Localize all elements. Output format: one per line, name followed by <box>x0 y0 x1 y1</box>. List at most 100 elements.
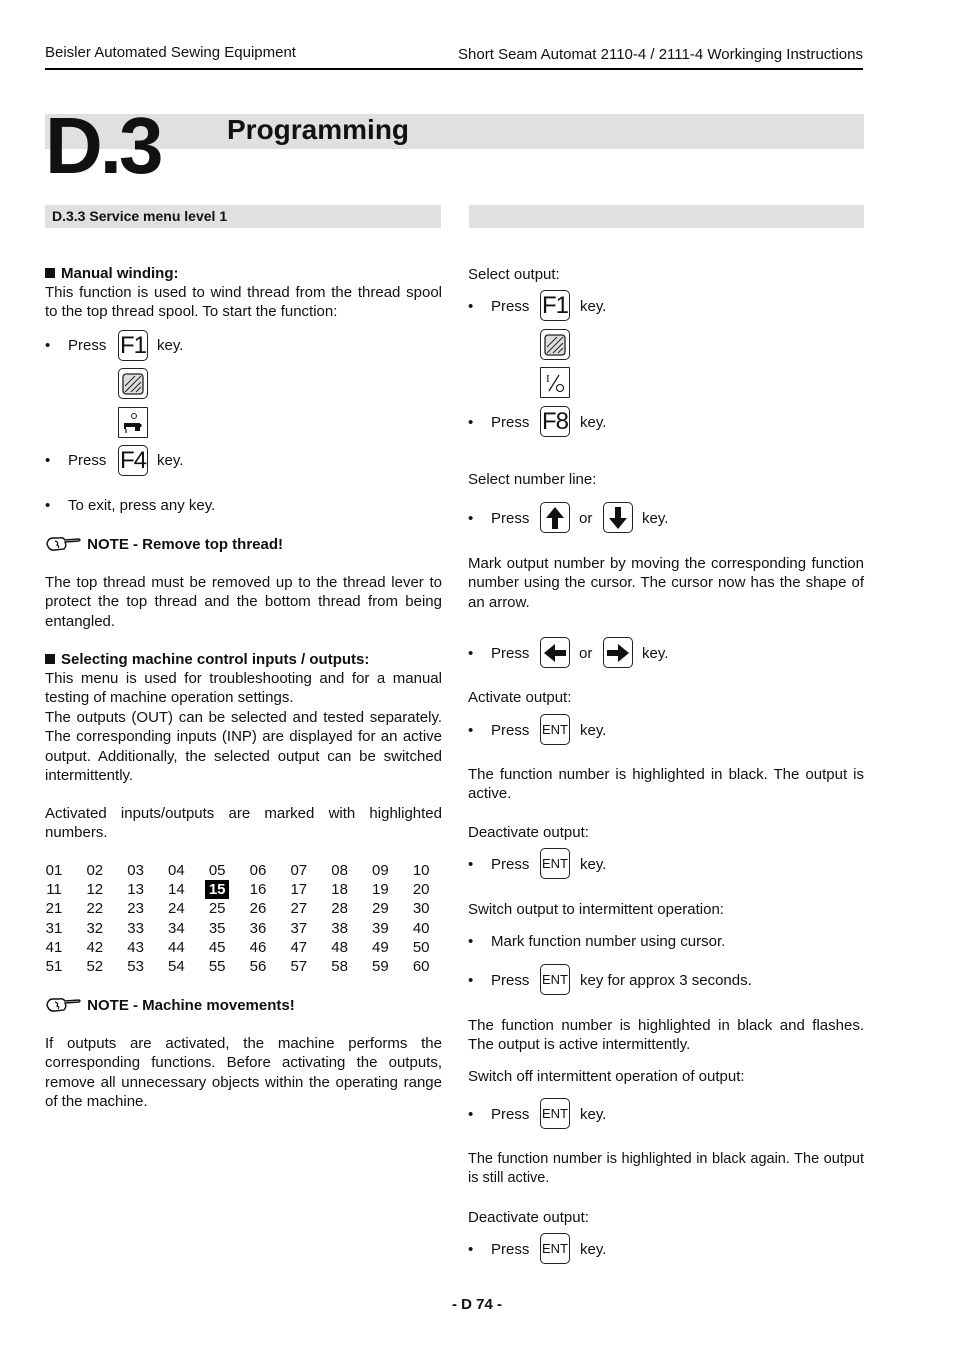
f1-key[interactable]: F1 <box>118 330 148 361</box>
io-number: 13 <box>127 881 144 899</box>
select-output-label: Select output: <box>468 266 560 283</box>
bullet-icon: • <box>468 298 474 315</box>
chapter-title-bar <box>45 114 864 149</box>
switch-off-label: Switch off intermittent operation of out… <box>468 1068 745 1085</box>
header-rule <box>45 68 863 70</box>
ent-key[interactable]: ENT <box>540 964 570 995</box>
key-word: key. <box>580 1106 607 1123</box>
io-number: 59 <box>372 958 389 975</box>
section-bar-right <box>469 205 864 228</box>
io-number: 06 <box>249 862 267 879</box>
io-number: 45 <box>208 938 226 956</box>
bullet-icon: • <box>468 933 474 950</box>
key-word: key. <box>642 510 669 527</box>
chapter-number: D.3 <box>45 101 163 190</box>
bullet-icon: • <box>468 414 474 431</box>
f4-key[interactable]: F4 <box>118 445 148 476</box>
bullet-icon: • <box>468 972 474 989</box>
arrow-up-icon <box>546 506 564 529</box>
io-number: 40 <box>412 919 430 937</box>
again-text: The function number is highlighted in bl… <box>468 1151 864 1187</box>
io-number: 03 <box>127 862 144 879</box>
io-number: 51 <box>45 958 63 975</box>
bullet-icon: • <box>468 645 474 662</box>
io-number: 11 <box>46 881 62 899</box>
key-word: key. <box>580 1241 607 1258</box>
io-number: 41 <box>45 938 63 956</box>
io-test-key-icon[interactable]: I <box>540 367 570 398</box>
deactivate-output-label: Deactivate output: <box>468 824 589 841</box>
arrow-right-icon <box>607 643 629 662</box>
key-word: key. <box>580 856 607 873</box>
key-3s-text: key for approx 3 seconds. <box>580 972 752 989</box>
io-number: 12 <box>86 881 104 899</box>
ent-key[interactable]: ENT <box>540 714 570 745</box>
io-number: 52 <box>86 958 104 975</box>
key-word: key. <box>580 722 607 739</box>
io-number: 50 <box>412 938 430 956</box>
manual-winding-text: This function is used to wind thread fro… <box>45 284 442 321</box>
note-remove-top-thread: NOTE - Remove top thread! <box>45 535 283 554</box>
header-right: Short Seam Automat 2110-4 / 2111-4 Worki… <box>458 46 863 63</box>
io-number: 16 <box>249 881 267 899</box>
arrow-up-key[interactable] <box>540 502 570 533</box>
page-number: - D 74 - <box>451 1296 502 1313</box>
service-menu-key-icon[interactable] <box>540 329 570 360</box>
io-number: 53 <box>127 958 144 975</box>
arrow-right-key[interactable] <box>603 637 633 668</box>
bullet-icon: • <box>468 856 474 873</box>
io-number: 30 <box>412 900 430 918</box>
ent-key[interactable]: ENT <box>540 1098 570 1129</box>
activate-output-label: Activate output: <box>468 689 572 706</box>
key-word: key. <box>642 645 669 662</box>
bullet-icon: • <box>45 497 51 514</box>
mark-output-text: Mark output number by moving the corresp… <box>468 555 864 611</box>
arrow-down-key[interactable] <box>603 502 633 533</box>
io-text1: This menu is used for troubleshooting an… <box>45 670 442 707</box>
f1-key[interactable]: F1 <box>540 290 570 321</box>
io-number: 07 <box>290 862 308 879</box>
bullet-icon: • <box>468 1241 474 1258</box>
io-number: 46 <box>249 938 267 956</box>
switch-intermittent-label: Switch output to intermittent operation: <box>468 901 724 918</box>
io-number: 17 <box>290 881 308 899</box>
io-number: 38 <box>331 919 348 937</box>
sewing-machine-key-icon[interactable] <box>118 407 148 438</box>
io-number: 55 <box>208 958 226 975</box>
io-number: 10 <box>412 862 430 879</box>
arrow-down-icon <box>609 506 627 529</box>
io-number: 42 <box>86 938 104 956</box>
flashes-text: The function number is highlighted in bl… <box>468 1017 864 1054</box>
io-number: 22 <box>86 900 104 918</box>
ent-key[interactable]: ENT <box>540 848 570 879</box>
arrow-left-icon <box>544 643 566 662</box>
io-number: 60 <box>412 958 430 975</box>
ent-key[interactable]: ENT <box>540 1233 570 1264</box>
io-number: 43 <box>127 938 144 956</box>
io-number: 28 <box>331 900 348 918</box>
svg-text:I: I <box>546 373 550 385</box>
arrow-left-key[interactable] <box>540 637 570 668</box>
io-number: 09 <box>372 862 389 879</box>
io-heading: Selecting machine control inputs / outpu… <box>45 650 442 669</box>
io-number: 04 <box>168 862 185 879</box>
bullet-icon: • <box>468 722 474 739</box>
io-number: 31 <box>45 919 63 937</box>
f8-key[interactable]: F8 <box>540 406 570 437</box>
io-number: 26 <box>249 900 267 918</box>
pointing-hand-icon <box>46 998 81 1012</box>
activated-text: The function number is highlighted in bl… <box>468 766 864 803</box>
io-number: 19 <box>372 881 389 899</box>
io-number: 25 <box>208 900 226 918</box>
io-number: 14 <box>168 881 185 899</box>
io-text3: Activated inputs/outputs are marked with… <box>45 805 442 842</box>
io-number: 21 <box>45 900 63 918</box>
deactivate-output-label-2: Deactivate output: <box>468 1209 589 1226</box>
key-word: key. <box>580 298 607 315</box>
select-line-label: Select number line: <box>468 471 597 488</box>
note-machine-movements: NOTE - Machine movements! <box>45 996 295 1015</box>
io-number: 24 <box>168 900 185 918</box>
io-number: 20 <box>412 881 430 899</box>
io-number: 05 <box>208 862 226 879</box>
service-menu-key-icon[interactable] <box>118 368 148 399</box>
